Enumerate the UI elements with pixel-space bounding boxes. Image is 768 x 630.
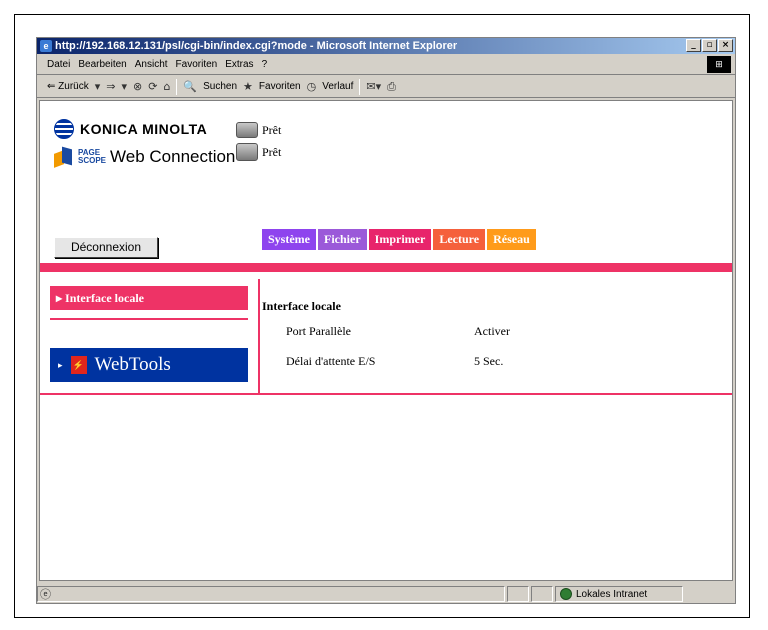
menu-extras[interactable]: Extras bbox=[225, 59, 253, 70]
status-main-cell: ⓔ bbox=[37, 586, 505, 602]
menu-help[interactable]: ? bbox=[262, 59, 268, 70]
setting-value: Activer bbox=[474, 324, 510, 338]
main-tabs: Système Fichier Imprimer Lecture Réseau bbox=[262, 229, 536, 250]
menu-datei[interactable]: Datei bbox=[47, 59, 70, 70]
mail-icon[interactable]: ✉▾ bbox=[366, 80, 381, 93]
konica-text: KONICA MINOLTA bbox=[80, 121, 208, 137]
status-cell bbox=[531, 586, 553, 602]
toolbar-separator bbox=[176, 78, 178, 95]
header-divider bbox=[40, 263, 732, 272]
logout-button[interactable]: Déconnexion bbox=[54, 237, 158, 258]
webtools-label: WebTools bbox=[94, 354, 171, 375]
favorites-icon: ★ bbox=[243, 80, 253, 93]
konica-globe-icon bbox=[54, 119, 74, 139]
forward-dropdown-icon[interactable]: ▾ bbox=[121, 80, 127, 93]
refresh-icon[interactable]: ⟳ bbox=[148, 80, 157, 93]
menu-bearbeiten[interactable]: Bearbeiten bbox=[78, 59, 126, 70]
settings-row: Port Parallèle Activer bbox=[262, 324, 722, 354]
tab-fichier[interactable]: Fichier bbox=[318, 229, 367, 250]
menu-bar: Datei Bearbeiten Ansicht Favoriten Extra… bbox=[37, 55, 735, 75]
favorites-button[interactable]: Favoriten bbox=[259, 81, 301, 92]
setting-value: 5 Sec. bbox=[474, 354, 504, 368]
panel-title: Interface locale bbox=[262, 299, 341, 313]
zone-indicator: Lokales Intranet bbox=[555, 586, 683, 602]
window-controls: _ ▫ × bbox=[686, 39, 733, 52]
left-navigation: ▸ Interface locale ▸ ⚡ WebTools bbox=[50, 286, 248, 382]
maximize-button[interactable]: ▫ bbox=[702, 39, 717, 52]
copier-icon bbox=[236, 143, 258, 161]
webconnection-text: Web Connection bbox=[110, 147, 236, 166]
vertical-divider bbox=[258, 279, 260, 393]
status-bar: ⓔ Lokales Intranet bbox=[37, 584, 735, 604]
tab-imprimer[interactable]: Imprimer bbox=[368, 229, 432, 250]
search-button[interactable]: Suchen bbox=[203, 81, 237, 92]
title-bar[interactable]: e http://192.168.12.131/psl/cgi-bin/inde… bbox=[37, 38, 735, 54]
tab-reseau[interactable]: Réseau bbox=[487, 229, 536, 250]
status-cell bbox=[507, 586, 529, 602]
ie-icon: e bbox=[40, 40, 52, 52]
page-icon: ⓔ bbox=[40, 588, 51, 601]
settings-panel: Interface locale Port Parallèle Activer … bbox=[262, 299, 722, 384]
search-icon: 🔍 bbox=[183, 80, 198, 93]
tab-lecture[interactable]: Lecture bbox=[433, 229, 486, 250]
home-icon[interactable]: ⌂ bbox=[163, 80, 170, 93]
back-button[interactable]: ⇐ Zurück bbox=[47, 81, 89, 92]
menu-ansicht[interactable]: Ansicht bbox=[135, 59, 168, 70]
pagescope-small-text: PAGE SCOPE bbox=[78, 148, 107, 165]
pagescope-icon bbox=[54, 146, 74, 168]
konica-minolta-logo: KONICA MINOLTA bbox=[54, 119, 235, 139]
print-icon[interactable]: ⎙ bbox=[387, 80, 396, 94]
pagescope-logo: PAGE SCOPE Web Connection bbox=[54, 146, 236, 168]
nav-divider bbox=[50, 318, 248, 320]
scanner-status-text: Prêt bbox=[262, 144, 282, 159]
content-bottom-divider bbox=[40, 393, 732, 395]
webtools-link[interactable]: ▸ ⚡ WebTools bbox=[50, 348, 248, 382]
intranet-icon bbox=[560, 588, 572, 600]
stop-icon[interactable]: ⊗ bbox=[133, 80, 142, 93]
zone-label: Lokales Intranet bbox=[576, 588, 648, 600]
history-icon: ◷ bbox=[306, 80, 317, 93]
setting-label: Port Parallèle bbox=[286, 324, 351, 338]
scanner-status-row: Prêt bbox=[236, 141, 281, 163]
printer-icon bbox=[236, 122, 258, 138]
window-title: http://192.168.12.131/psl/cgi-bin/index.… bbox=[55, 40, 458, 52]
minimize-button[interactable]: _ bbox=[686, 39, 701, 52]
history-button[interactable]: Verlauf bbox=[322, 81, 353, 92]
toolbar-separator bbox=[359, 78, 361, 95]
close-button[interactable]: × bbox=[718, 39, 733, 52]
branding: KONICA MINOLTA PAGE SCOPE Web Connection bbox=[54, 119, 236, 168]
setting-label: Délai d'attente E/S bbox=[286, 354, 376, 368]
nav-item-interface-locale[interactable]: ▸ Interface locale bbox=[50, 286, 248, 310]
page-content: KONICA MINOLTA PAGE SCOPE Web Connection… bbox=[39, 100, 733, 581]
printer-status-text: Prêt bbox=[262, 122, 282, 137]
forward-icon[interactable]: ⇒ bbox=[106, 80, 115, 93]
tab-systeme[interactable]: Système bbox=[262, 229, 316, 250]
windows-logo-icon: ⊞ bbox=[707, 56, 731, 73]
fiery-icon: ⚡ bbox=[70, 356, 87, 374]
webtools-arrow-icon: ▸ bbox=[58, 360, 63, 370]
browser-window: e http://192.168.12.131/psl/cgi-bin/inde… bbox=[36, 37, 736, 604]
menu-favoriten[interactable]: Favoriten bbox=[176, 59, 218, 70]
toolbar: ⇐ Zurück ▾ ⇒ ▾ ⊗ ⟳ ⌂ 🔍 Suchen ★ Favorite… bbox=[37, 76, 735, 98]
device-status: Prêt Prêt bbox=[236, 119, 281, 163]
printer-status-row: Prêt bbox=[236, 119, 281, 141]
back-dropdown-icon[interactable]: ▾ bbox=[95, 80, 101, 93]
settings-row: Délai d'attente E/S 5 Sec. bbox=[262, 354, 722, 384]
